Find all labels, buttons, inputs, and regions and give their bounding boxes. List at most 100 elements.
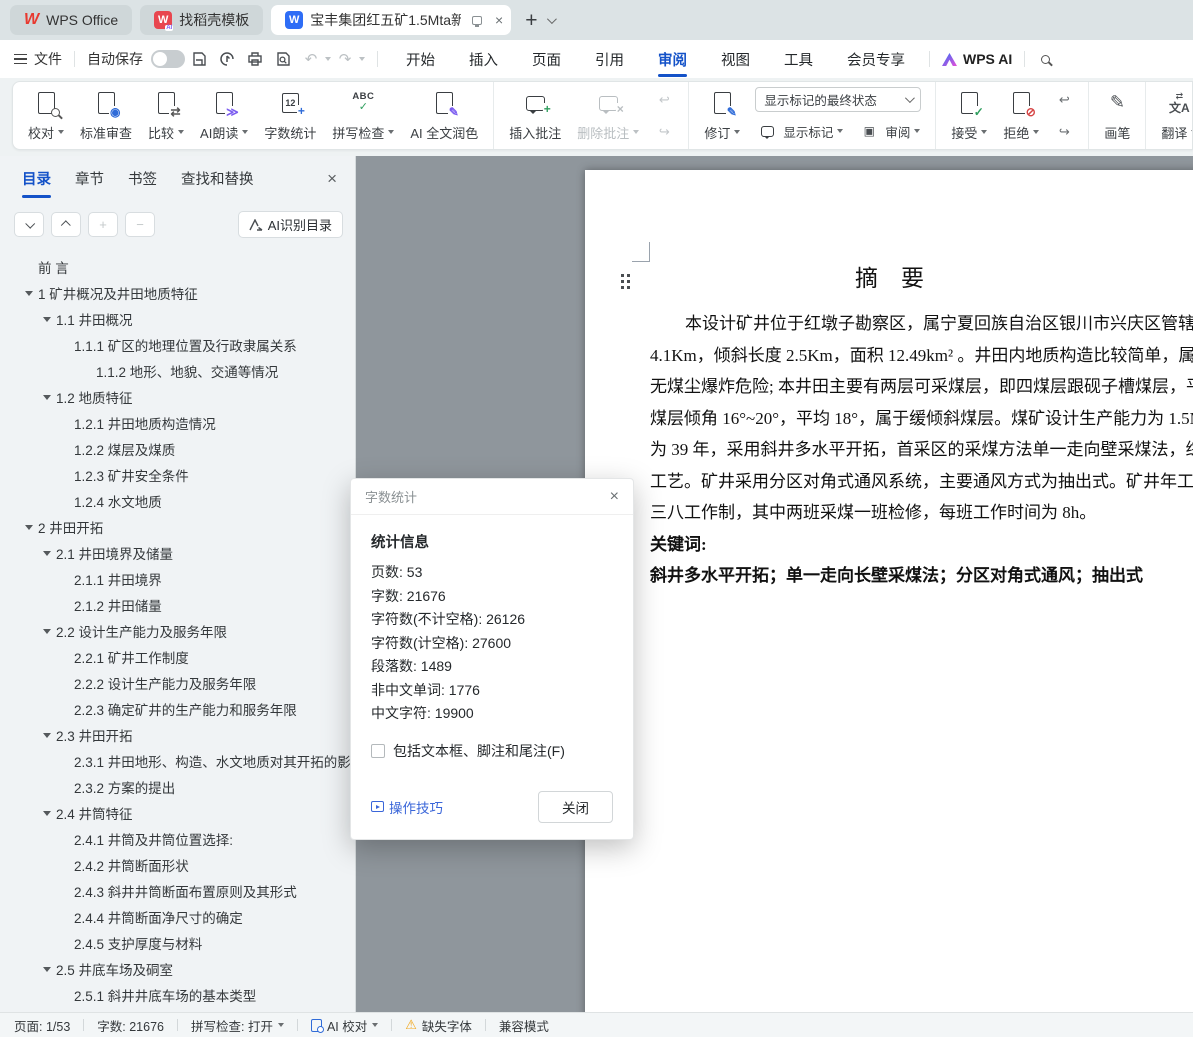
window-tab[interactable]: W 宝丰集团红五矿1.5Mta新井通 × xyxy=(271,5,512,35)
dialog-close-icon[interactable]: × xyxy=(610,488,619,506)
redo-caret-icon[interactable] xyxy=(359,57,365,61)
toc-item[interactable]: 2.3.2 方案的提出 xyxy=(0,774,355,800)
toc-item[interactable]: 2.5.2 井底车场形式的选择 xyxy=(0,1008,355,1012)
toc-item[interactable]: 2.5 井底车场及硐室 xyxy=(0,956,355,982)
toc-collapse-arrow-icon[interactable] xyxy=(25,524,33,530)
toc-item[interactable]: 前 言 xyxy=(0,254,355,280)
document-page[interactable]: 摘 要 本设计矿井位于红墩子勘察区，属宁夏回族自治区银川市兴庆区管辖。井 4.1K… xyxy=(585,170,1193,1012)
search-icon[interactable] xyxy=(1041,54,1051,64)
menu-tab-insert[interactable]: 插入 xyxy=(467,40,500,79)
toc-collapse-arrow-icon[interactable] xyxy=(43,810,51,816)
toc-item[interactable]: 2.1 井田境界及储量 xyxy=(0,540,355,566)
autosave-toggle[interactable] xyxy=(151,50,185,68)
toc-item[interactable]: 2.2.3 确定矿井的生产能力和服务年限 xyxy=(0,696,355,722)
include-textbox-checkbox[interactable] xyxy=(371,743,385,758)
toc-item[interactable]: 2.4.5 支护厚度与材料 xyxy=(0,930,355,956)
toc-collapse-up-button[interactable] xyxy=(51,212,81,237)
tips-link[interactable]: 操作技巧 xyxy=(371,797,443,817)
toc-item[interactable]: 2.2 设计生产能力及服务年限 xyxy=(0,618,355,644)
toc-plus-button[interactable]: + xyxy=(88,212,118,237)
sidebar-tab-find-replace[interactable]: 查找和替换 xyxy=(181,168,254,189)
ink-pen-button[interactable]: ✎ 画笔 xyxy=(1097,88,1137,144)
ai-proofread[interactable]: AI 校对 xyxy=(310,1016,379,1035)
toc-collapse-arrow-icon[interactable] xyxy=(43,732,51,738)
toc-collapse-arrow-icon[interactable] xyxy=(25,290,33,296)
accept-revision-button[interactable]: ✓ 接受 xyxy=(944,88,994,144)
previous-comment-button[interactable]: ↩ xyxy=(652,87,676,113)
toc-item[interactable]: 2.4.4 井筒断面净尺寸的确定 xyxy=(0,904,355,930)
toc-item[interactable]: 1.2.2 煤层及煤质 xyxy=(0,436,355,462)
spell-check-status[interactable]: 拼写检查: 打开 xyxy=(191,1016,284,1035)
toc-collapse-arrow-icon[interactable] xyxy=(43,550,51,556)
toc-item[interactable]: 2.4 井筒特征 xyxy=(0,800,355,826)
undo-caret-icon[interactable] xyxy=(325,57,331,61)
toc-item[interactable]: 2.1.1 井田境界 xyxy=(0,566,355,592)
word-count[interactable]: 字数: 21676 xyxy=(97,1016,164,1035)
screen-cast-icon[interactable] xyxy=(471,15,483,27)
toc-collapse-arrow-icon[interactable] xyxy=(43,966,51,972)
toc-collapse-arrow-icon[interactable] xyxy=(43,628,51,634)
ai-read-aloud-button[interactable]: ≫ AI朗读 xyxy=(193,88,255,144)
toc-item[interactable]: 2.4.2 井筒断面形状 xyxy=(0,852,355,878)
ai-recognize-toc-button[interactable]: AI识别目录 xyxy=(237,211,343,238)
save-icon[interactable] xyxy=(186,47,212,71)
menu-tab-tools[interactable]: 工具 xyxy=(782,40,815,79)
toc-collapse-arrow-icon[interactable] xyxy=(43,394,51,400)
compare-button[interactable]: ⇄ 比较 xyxy=(141,88,191,144)
toc-item[interactable]: 2.3 井田开拓 xyxy=(0,722,355,748)
toc-item[interactable]: 2.2.2 设计生产能力及服务年限 xyxy=(0,670,355,696)
wps-ai-button[interactable]: WPS AI xyxy=(942,51,1012,67)
sidebar-close-icon[interactable]: × xyxy=(327,169,337,189)
print-preview-icon[interactable] xyxy=(270,47,296,71)
sidebar-tab-bookmarks[interactable]: 书签 xyxy=(128,168,157,189)
redo-icon[interactable]: ↷ xyxy=(332,47,358,71)
print-icon[interactable] xyxy=(242,47,268,71)
missing-font-warning[interactable]: ⚠ 缺失字体 xyxy=(405,1016,472,1035)
toc-item[interactable]: 1.2.1 井田地质构造情况 xyxy=(0,410,355,436)
next-comment-button[interactable]: ↪ xyxy=(652,119,676,145)
toc-item[interactable]: 2.2.1 矿井工作制度 xyxy=(0,644,355,670)
tab-close-icon[interactable]: × xyxy=(495,12,503,28)
toc-item[interactable]: 1.2.3 矿井安全条件 xyxy=(0,462,355,488)
toc-collapse-arrow-icon[interactable] xyxy=(43,316,51,322)
proofread-button[interactable]: 校对 xyxy=(21,88,71,144)
toc-minus-button[interactable]: − xyxy=(125,212,155,237)
track-changes-button[interactable]: ✎ 修订 xyxy=(697,88,747,144)
paragraph-drag-handle-icon[interactable] xyxy=(621,274,630,289)
reject-revision-button[interactable]: ⊘ 拒绝 xyxy=(996,88,1046,144)
previous-revision-button[interactable]: ↩ xyxy=(1052,87,1076,113)
new-tab-button[interactable]: + xyxy=(525,10,537,31)
main-menu-icon[interactable] xyxy=(14,53,27,65)
word-count-button[interactable]: 12 + 字数统计 xyxy=(257,88,323,144)
window-tab[interactable]: W WPS Office xyxy=(10,5,133,35)
show-markup-button[interactable]: 显示标记 xyxy=(755,118,844,144)
toc-expand-down-button[interactable] xyxy=(14,212,44,237)
menu-tab-home[interactable]: 开始 xyxy=(404,40,437,79)
toc-item[interactable]: 1.2 地质特征 xyxy=(0,384,355,410)
toc-item[interactable]: 2.3.1 井田地形、构造、水文地质对其开拓的影... xyxy=(0,748,355,774)
menu-tab-view[interactable]: 视图 xyxy=(719,40,752,79)
window-tab[interactable]: W AI 找稻壳模板 xyxy=(140,5,264,35)
insert-comment-button[interactable]: + 插入批注 xyxy=(502,88,568,144)
compatibility-mode[interactable]: 兼容模式 xyxy=(499,1016,549,1035)
undo-icon[interactable]: ↶ xyxy=(298,47,324,71)
toc-item[interactable]: 2.5.1 斜井井底车场的基本类型 xyxy=(0,982,355,1008)
toc-item[interactable]: 2.1.2 井田储量 xyxy=(0,592,355,618)
menu-tab-member[interactable]: 会员专享 xyxy=(845,40,907,79)
toc-item[interactable]: 1 矿井概况及井田地质特征 xyxy=(0,280,355,306)
toc-item[interactable]: 2 井田开拓 xyxy=(0,514,355,540)
sidebar-tab-toc[interactable]: 目录 xyxy=(22,168,51,198)
next-revision-button[interactable]: ↪ xyxy=(1052,119,1076,145)
toc-item[interactable]: 1.1.1 矿区的地理位置及行政隶属关系 xyxy=(0,332,355,358)
sidebar-tab-chapters[interactable]: 章节 xyxy=(75,168,104,189)
menu-tab-reference[interactable]: 引用 xyxy=(593,40,626,79)
spell-check-button[interactable]: ABC ✓ 拼写检查 xyxy=(325,88,401,144)
markup-state-dropdown[interactable]: 显示标记的最终状态 xyxy=(755,87,922,112)
close-dialog-button[interactable]: 关闭 xyxy=(538,790,613,823)
toc-item[interactable]: 2.4.1 井筒及井筒位置选择: xyxy=(0,826,355,852)
translate-button[interactable]: 文A 翻译 xyxy=(1154,88,1192,144)
tab-list-chevron-icon[interactable] xyxy=(547,13,558,24)
file-menu-button[interactable]: 文件 xyxy=(34,49,62,69)
toc-item[interactable]: 1.1.2 地形、地貌、交通等情况 xyxy=(0,358,355,384)
review-pane-button[interactable]: ▣ 审阅 xyxy=(857,118,921,144)
